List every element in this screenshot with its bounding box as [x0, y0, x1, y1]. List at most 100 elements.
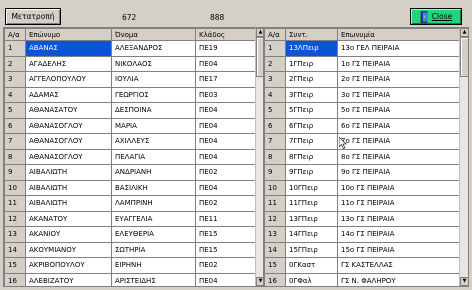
row-index-cell[interactable]: 7: [4, 133, 26, 150]
table-cell[interactable]: 5ΓΠειρ: [285, 102, 338, 119]
table-row[interactable]: 13 ΑΚΑΝΙΟΥ ΕΛΕΥΘΕΡΙΑ ΠΕ15: [4, 226, 258, 243]
table-cell[interactable]: ΠΕ04: [195, 55, 258, 72]
table-row[interactable]: 4 3ΓΠειρ 3ο ΓΣ ΠΕΙΡΑΙΑ: [264, 86, 462, 103]
row-index-cell[interactable]: 2: [264, 55, 286, 72]
row-index-cell[interactable]: 10: [264, 179, 286, 196]
table-cell[interactable]: ΠΕ17: [195, 71, 258, 88]
table-cell[interactable]: ΠΕ19: [195, 40, 258, 57]
table-row[interactable]: 16 0ΓΦαλ ΓΣ Ν. ΦΑΛΗΡΟΥ: [264, 272, 462, 286]
row-index-cell[interactable]: 6: [264, 117, 286, 134]
table-cell[interactable]: ΑΘΑΝΑΣΟΓΛΟΥ: [25, 148, 112, 165]
table-cell[interactable]: ΑΓΓΕΛΟΠΟΥΛΟΥ: [25, 71, 112, 88]
row-index-cell[interactable]: 5: [264, 102, 286, 119]
table-cell[interactable]: ΜΑΡΙΑ: [111, 117, 196, 134]
row-index-cell[interactable]: 15: [4, 257, 26, 274]
table-cell[interactable]: 2ο ΓΣ ΠΕΙΡΑΙΑ: [337, 71, 462, 88]
column-header[interactable]: Α/α: [264, 28, 286, 41]
table-cell[interactable]: 7ΓΠειρ: [285, 133, 338, 150]
row-index-cell[interactable]: 6: [4, 117, 26, 134]
table-cell[interactable]: ΠΕ15: [195, 226, 258, 243]
table-row[interactable]: 16 ΑΛΕΒΙΖΑΤΟΥ ΑΡΙΣΤΕΙΔΗΣ ΠΕ04: [4, 272, 258, 286]
row-index-cell[interactable]: 16: [4, 272, 26, 286]
table-row[interactable]: 2 ΑΓΑΔΕΛΗΣ ΝΙΚΟΛΑΟΣ ΠΕ04: [4, 55, 258, 72]
teachers-grid[interactable]: Α/α Επώνυμο Όνομα Κλάδος 1 ΑΒΑΝΑΣ ΑΛΕΞΑΝΔΡ…: [3, 27, 265, 287]
row-index-cell[interactable]: 11: [4, 195, 26, 212]
table-cell[interactable]: ΑΘΑΝΑΣΟΓΛΟΥ: [25, 133, 112, 150]
schools-grid[interactable]: Α/α Συντ. Επωνυμία 1 13ΛΠειρ 13ο ΓΕΛ ΠΕΙΡΑ…: [263, 27, 469, 287]
table-cell[interactable]: ΑΚΡΙΒΟΠΟΥΛΟΥ: [25, 257, 112, 274]
table-cell[interactable]: ΑΔΑΜΑΣ: [25, 86, 112, 103]
table-cell[interactable]: ΠΕ04: [195, 117, 258, 134]
table-cell[interactable]: 6ΓΠειρ: [285, 117, 338, 134]
table-cell[interactable]: ΠΕ04: [195, 102, 258, 119]
row-index-cell[interactable]: 16: [264, 272, 286, 286]
table-cell[interactable]: 14ΓΠειρ: [285, 226, 338, 243]
table-cell[interactable]: 8ο ΓΣ ΠΕΙΡΑΙΑ: [337, 148, 462, 165]
table-cell[interactable]: ΕΛΕΥΘΕΡΙΑ: [111, 226, 196, 243]
table-row[interactable]: 10 ΑΙΒΑΛΙΩΤΗ ΒΑΣΙΛΙΚΗ ΠΕ04: [4, 179, 258, 196]
row-index-cell[interactable]: 14: [4, 241, 26, 258]
row-index-cell[interactable]: 4: [264, 86, 286, 103]
close-button[interactable]: Close: [410, 8, 462, 25]
row-index-cell[interactable]: 9: [264, 164, 286, 181]
row-index-cell[interactable]: 3: [4, 71, 26, 88]
scroll-up-arrow-icon[interactable]: ▲: [460, 28, 468, 37]
row-index-cell[interactable]: 12: [4, 210, 26, 227]
row-index-cell[interactable]: 8: [4, 148, 26, 165]
row-index-cell[interactable]: 5: [4, 102, 26, 119]
table-cell[interactable]: ΑΘΑΝΑΣΟΓΛΟΥ: [25, 117, 112, 134]
row-index-cell[interactable]: 1: [264, 40, 286, 57]
table-cell[interactable]: ΛΑΜΠΡΙΝΗ: [111, 195, 196, 212]
table-row[interactable]: 15 0ΓΚαστ ΓΣ ΚΑΣΤΕΛΛΑΣ: [264, 257, 462, 274]
table-cell[interactable]: 9ο ΓΣ ΠΕΙΡΑΙΑ: [337, 164, 462, 181]
table-cell[interactable]: ΑΚΑΝΑΤΟΥ: [25, 210, 112, 227]
table-cell[interactable]: 1ΓΠειρ: [285, 55, 338, 72]
column-header[interactable]: Α/α: [4, 28, 26, 41]
scroll-thumb[interactable]: [460, 37, 468, 77]
table-cell[interactable]: ΑΒΑΝΑΣ: [25, 40, 112, 57]
table-cell[interactable]: ΠΕ03: [195, 86, 258, 103]
row-index-cell[interactable]: 3: [264, 71, 286, 88]
table-cell[interactable]: ΝΙΚΟΛΑΟΣ: [111, 55, 196, 72]
table-cell[interactable]: ΑΘΑΝΑΣΑΤΟΥ: [25, 102, 112, 119]
table-row[interactable]: 3 2ΓΠειρ 2ο ΓΣ ΠΕΙΡΑΙΑ: [264, 71, 462, 88]
column-header[interactable]: Όνομα: [111, 28, 196, 41]
table-cell[interactable]: 3ΓΠειρ: [285, 86, 338, 103]
table-cell[interactable]: 0ΓΚαστ: [285, 257, 338, 274]
table-cell[interactable]: 2ΓΠειρ: [285, 71, 338, 88]
table-cell[interactable]: ΓΕΩΡΓΙΟΣ: [111, 86, 196, 103]
row-index-cell[interactable]: 1: [4, 40, 26, 57]
table-row[interactable]: 6 6ΓΠειρ 6ο ΓΣ ΠΕΙΡΑΙΑ: [264, 117, 462, 134]
table-cell[interactable]: 15ο ΓΣ ΠΕΙΡΑΙΑ: [337, 241, 462, 258]
table-row[interactable]: 5 ΑΘΑΝΑΣΑΤΟΥ ΔΕΣΠΟΙΝΑ ΠΕ04: [4, 102, 258, 119]
table-cell[interactable]: 11ο ΓΣ ΠΕΙΡΑΙΑ: [337, 195, 462, 212]
table-cell[interactable]: 6ο ΓΣ ΠΕΙΡΑΙΑ: [337, 117, 462, 134]
table-cell[interactable]: 9ΓΠειρ: [285, 164, 338, 181]
row-index-cell[interactable]: 13: [264, 226, 286, 243]
table-row[interactable]: 8 ΑΘΑΝΑΣΟΓΛΟΥ ΠΕΛΑΓΙΑ ΠΕ04: [4, 148, 258, 165]
table-row[interactable]: 4 ΑΔΑΜΑΣ ΓΕΩΡΓΙΟΣ ΠΕ03: [4, 86, 258, 103]
table-cell[interactable]: ΑΙΒΑΛΙΩΤΗ: [25, 195, 112, 212]
table-row[interactable]: 12 13ΓΠειρ 13ο ΓΣ ΠΕΙΡΑΙΑ: [264, 210, 462, 227]
table-cell[interactable]: ΓΣ ΚΑΣΤΕΛΛΑΣ: [337, 257, 462, 274]
table-cell[interactable]: ΙΟΥΛΙΑ: [111, 71, 196, 88]
column-header[interactable]: Συντ.: [285, 28, 338, 41]
table-cell[interactable]: ΑΙΒΑΛΙΩΤΗ: [25, 164, 112, 181]
table-cell[interactable]: ΔΕΣΠΟΙΝΑ: [111, 102, 196, 119]
table-cell[interactable]: 7ο ΓΣ ΠΕΙΡΑΙΑ: [337, 133, 462, 150]
row-index-cell[interactable]: 4: [4, 86, 26, 103]
right-scrollbar[interactable]: ▲ ▼: [459, 28, 468, 286]
table-row[interactable]: 7 ΑΘΑΝΑΣΟΓΛΟΥ ΑΧΙΛΛΕΥΣ ΠΕ04: [4, 133, 258, 150]
column-header[interactable]: Επωνυμία: [337, 28, 462, 41]
table-cell[interactable]: 13ο ΓΣ ΠΕΙΡΑΙΑ: [337, 210, 462, 227]
table-cell[interactable]: ΣΩΤΗΡΙΑ: [111, 241, 196, 258]
table-row[interactable]: 11 11ΓΠειρ 11ο ΓΣ ΠΕΙΡΑΙΑ: [264, 195, 462, 212]
table-cell[interactable]: ΑΙΒΑΛΙΩΤΗ: [25, 179, 112, 196]
table-cell[interactable]: ΠΕ02: [195, 164, 258, 181]
table-row[interactable]: 7 7ΓΠειρ 7ο ΓΣ ΠΕΙΡΑΙΑ: [264, 133, 462, 150]
table-cell[interactable]: ΠΕ04: [195, 272, 258, 286]
table-cell[interactable]: ΠΕ15: [195, 241, 258, 258]
row-index-cell[interactable]: 15: [264, 257, 286, 274]
table-cell[interactable]: ΑΡΙΣΤΕΙΔΗΣ: [111, 272, 196, 286]
row-index-cell[interactable]: 9: [4, 164, 26, 181]
